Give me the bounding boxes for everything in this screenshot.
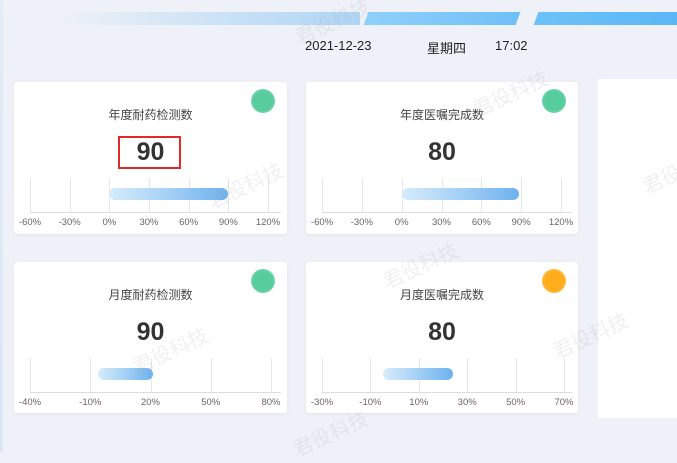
tick-label: -40% (18, 397, 42, 408)
banner-stripe (60, 12, 360, 25)
current-time: 17:02 (495, 38, 528, 53)
tick-label: -30% (350, 217, 373, 228)
gridline (361, 178, 363, 212)
gridline (210, 358, 212, 392)
gridline (271, 358, 272, 392)
axis-baseline (322, 392, 572, 393)
side-panel (598, 79, 677, 418)
progress-bar (382, 368, 453, 380)
gridline (322, 358, 323, 392)
axis-baseline (322, 212, 572, 213)
tick-label: 10% (409, 397, 429, 408)
axis-baseline (30, 392, 281, 393)
progress-axis: -60% -30% 0% 30% 60% 90% 120% (14, 82, 287, 234)
gridline (30, 178, 31, 212)
banner-stripe (363, 12, 521, 25)
card-annual-order-completion[interactable]: 年度医嘱完成数 80 -60% -30% 0% 30% 60% 90% 120% (306, 82, 578, 234)
gridline (90, 358, 92, 392)
tick-label: 120% (548, 217, 574, 228)
tick-label: 0% (102, 217, 117, 228)
gridline (30, 358, 31, 392)
progress-axis: -30% -10% 10% 30% 50% 70% (306, 262, 578, 413)
tick-label: 70% (554, 397, 574, 408)
tick-label: 20% (140, 397, 161, 408)
current-date: 2021-12-23 (305, 38, 372, 53)
gridline (467, 358, 469, 392)
progress-bar (98, 368, 153, 380)
tick-label: -30% (310, 397, 334, 408)
tick-label: 90% (511, 217, 531, 228)
gridline (521, 178, 523, 212)
tick-label: -60% (310, 217, 334, 228)
tick-label: 30% (431, 217, 452, 228)
tick-label: 30% (139, 217, 159, 228)
card-annual-resistance-tests[interactable]: 年度耐药检测数 90 -60% -30% 0% 30% 60% 90% 120% (14, 82, 287, 234)
gridline (515, 358, 517, 392)
gridline (564, 358, 565, 392)
current-weekday: 星期四 (427, 41, 467, 56)
left-edge (0, 0, 3, 452)
tick-label: 50% (506, 397, 526, 408)
tick-label: 30% (457, 397, 477, 408)
gridline (228, 178, 230, 212)
gridline (370, 358, 372, 392)
banner-stripe (533, 12, 677, 25)
tick-label: -30% (58, 217, 81, 228)
progress-axis: -60% -30% 0% 30% 60% 90% 120% (306, 82, 578, 234)
axis-baseline (30, 212, 281, 213)
tick-label: 0% (394, 217, 409, 228)
tick-label: 50% (201, 397, 221, 408)
tick-label: 60% (179, 217, 199, 228)
progress-axis: -40% -10% 20% 50% 80% (14, 262, 287, 413)
progress-bar (109, 188, 229, 200)
gridline (561, 178, 562, 212)
card-monthly-resistance-tests[interactable]: 月度耐药检测数 90 -40% -10% 20% 50% 80% (14, 262, 287, 413)
tick-label: 90% (218, 217, 238, 228)
progress-bar (401, 188, 519, 200)
gridline (322, 178, 323, 212)
gridline (69, 178, 71, 212)
card-monthly-order-completion[interactable]: 月度医嘱完成数 80 -30% -10% 10% 30% 50% 70% (306, 262, 578, 413)
tick-label: -10% (359, 397, 382, 408)
header-banner (0, 0, 677, 30)
tick-label: -10% (79, 397, 102, 408)
tick-label: 120% (255, 217, 281, 228)
gridline (268, 178, 269, 212)
tick-label: 60% (471, 217, 491, 228)
tick-label: 80% (261, 397, 281, 408)
tick-label: -60% (18, 217, 42, 228)
